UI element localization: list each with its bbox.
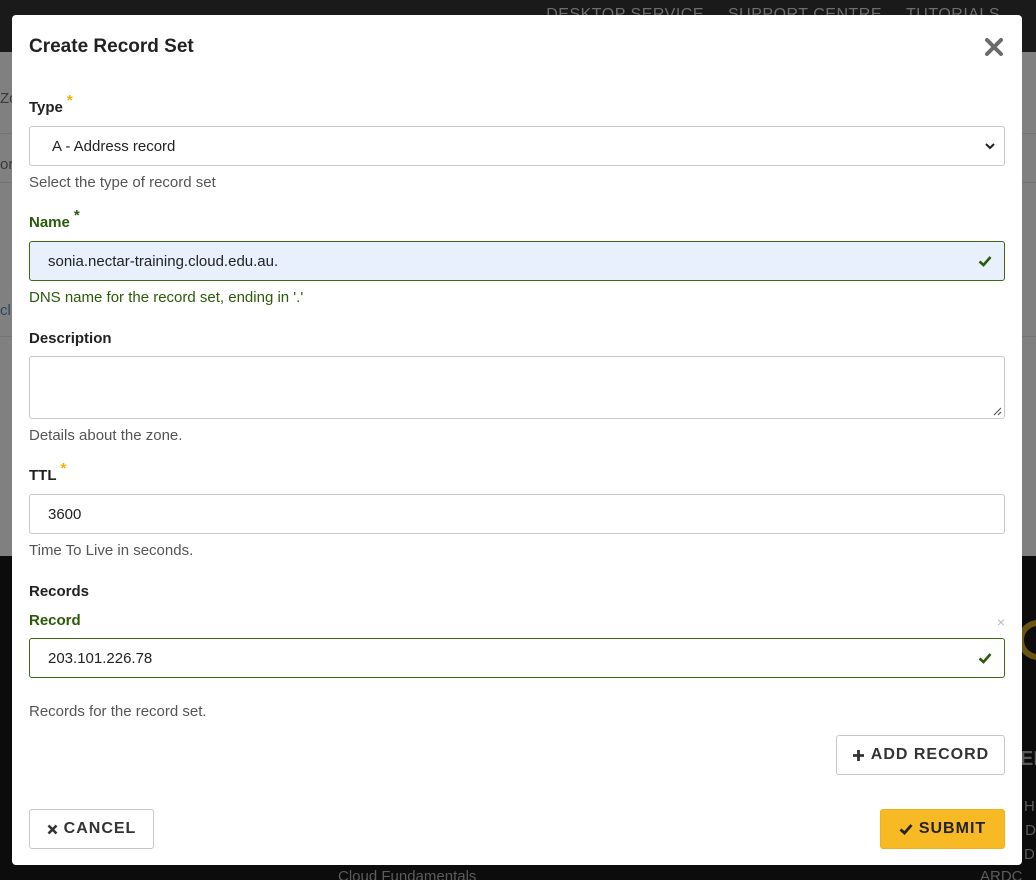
remove-record-icon[interactable]: × [997, 614, 1005, 630]
add-record-button[interactable]: ADD RECORD [836, 735, 1005, 775]
check-icon [978, 653, 992, 664]
required-marker: * [60, 460, 67, 477]
modal-title: Create Record Set [29, 36, 194, 57]
cancel-label: CANCEL [63, 820, 137, 837]
record-label: Record [29, 612, 81, 629]
required-marker: * [66, 92, 73, 109]
resize-handle-icon[interactable] [992, 406, 1002, 416]
type-help: Select the type of record set [29, 174, 216, 191]
ttl-input[interactable]: 3600 [29, 494, 1005, 534]
close-button[interactable] [982, 35, 1006, 59]
description-textarea[interactable] [29, 356, 1005, 419]
submit-label: SUBMIT [918, 820, 987, 837]
footer-heading: ER [1020, 748, 1036, 770]
check-icon [899, 824, 913, 835]
close-icon [47, 824, 58, 834]
name-label: Name * [29, 207, 80, 231]
name-input-value: sonia.nectar-training.cloud.edu.au. [48, 252, 279, 270]
type-select-value: A - Address record [52, 137, 176, 155]
footer-link: H [1024, 798, 1035, 815]
cancel-button[interactable]: CANCEL [29, 809, 154, 849]
records-help: Records for the record set. [29, 703, 207, 720]
create-record-set-modal: Create Record Set Type * A - Address reco… [12, 15, 1022, 865]
add-record-label: ADD RECORD [870, 746, 990, 763]
chevron-down-icon [985, 143, 995, 150]
record-input-value: 203.101.226.78 [48, 649, 153, 667]
check-icon [978, 256, 992, 267]
ttl-input-value: 3600 [48, 505, 82, 523]
records-label: Records [29, 583, 90, 600]
footer-link: D [1024, 846, 1035, 863]
description-help: Details about the zone. [29, 427, 183, 444]
plus-icon [852, 749, 864, 761]
close-icon [985, 38, 1003, 56]
footer-link: ARDC O [980, 868, 1023, 880]
description-label: Description [29, 330, 112, 347]
name-input[interactable]: sonia.nectar-training.cloud.edu.au. [29, 241, 1005, 281]
required-marker: * [73, 207, 80, 224]
name-help: DNS name for the record set, ending in '… [29, 289, 304, 306]
background-edge-text: cl [0, 302, 11, 319]
type-label: Type * [29, 92, 73, 116]
footer-link: Cloud Fundamentals [338, 868, 477, 880]
type-select[interactable]: A - Address record [29, 126, 1005, 166]
record-input[interactable]: 203.101.226.78 [29, 638, 1005, 678]
ttl-help: Time To Live in seconds. [29, 542, 194, 559]
ttl-label: TTL * [29, 460, 67, 484]
submit-button[interactable]: SUBMIT [880, 809, 1005, 849]
